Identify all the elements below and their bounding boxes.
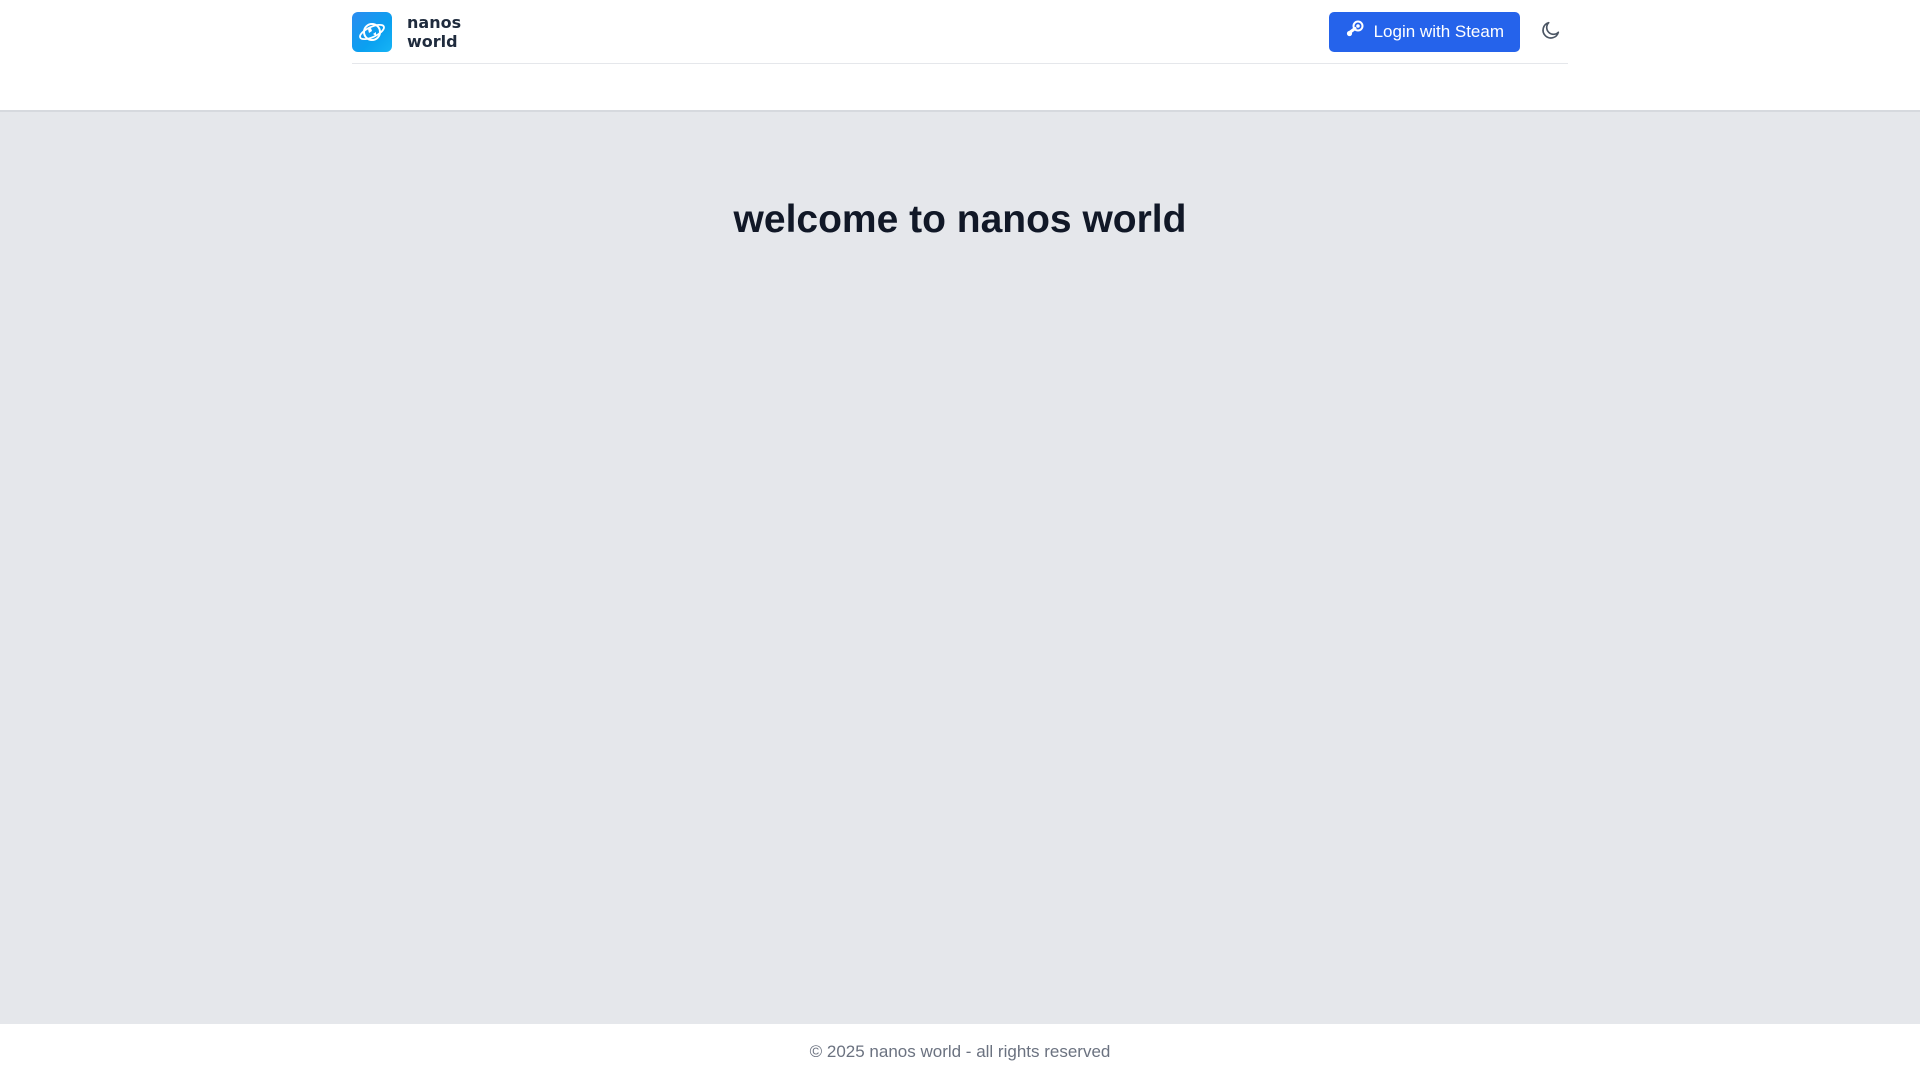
site-header: nanos world Login with Steam bbox=[0, 0, 1920, 112]
header-bar: nanos world Login with Steam bbox=[352, 0, 1568, 64]
steam-icon bbox=[1345, 19, 1365, 44]
brand-line-2: world bbox=[407, 31, 458, 51]
copyright-text: © 2025 nanos world - all rights reserved bbox=[809, 1042, 1111, 1061]
planet-icon bbox=[352, 11, 392, 52]
header-actions: Login with Steam bbox=[1328, 11, 1568, 52]
site-footer: © 2025 nanos world - all rights reserved bbox=[0, 1024, 1920, 1080]
main-content: welcome to nanos world bbox=[0, 112, 1920, 1024]
page-title: welcome to nanos world bbox=[733, 198, 1187, 241]
brand-home-link[interactable]: nanos world bbox=[352, 11, 461, 52]
login-with-steam-button[interactable]: Login with Steam bbox=[1328, 11, 1520, 52]
theme-toggle-button[interactable] bbox=[1534, 15, 1568, 49]
brand-line-1: nanos bbox=[407, 12, 462, 32]
brand-wordmark: nanos world bbox=[407, 13, 461, 51]
login-button-label: Login with Steam bbox=[1373, 21, 1504, 41]
moon-icon bbox=[1540, 19, 1562, 44]
